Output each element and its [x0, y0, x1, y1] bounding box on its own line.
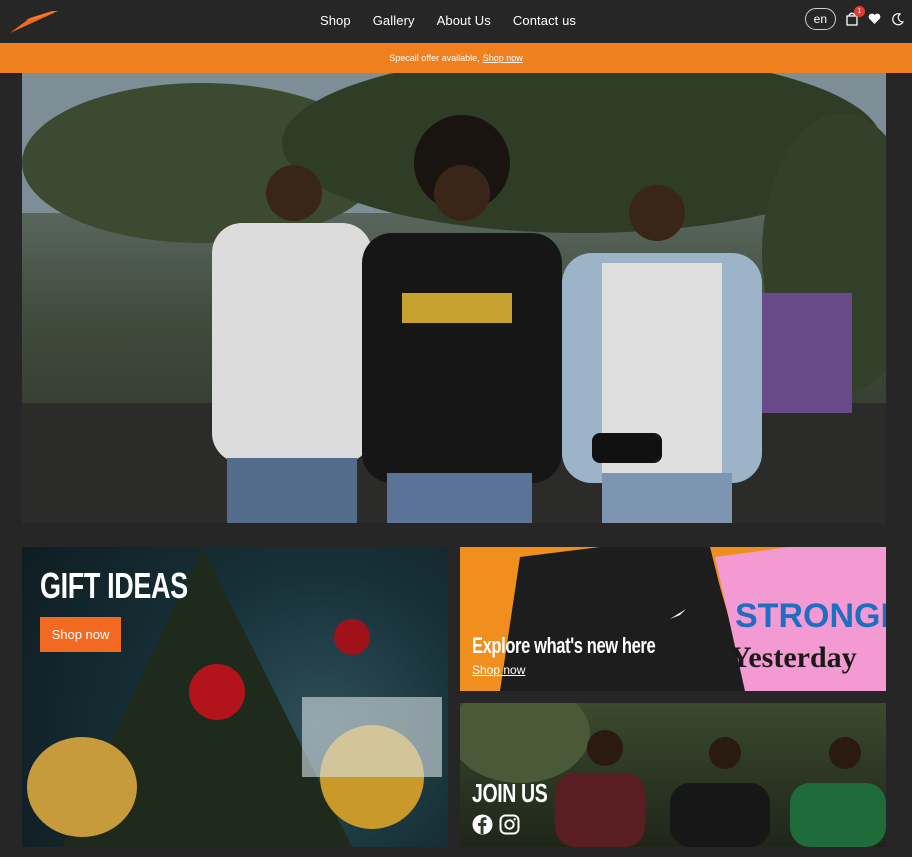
explore-new-card[interactable]: STRONGER Yesterday Explore what's new he… [460, 547, 886, 691]
nav-shop[interactable]: Shop [320, 13, 351, 28]
cart-button[interactable]: 1 [846, 6, 865, 26]
explore-shop-now-link[interactable]: Shop now [472, 663, 525, 677]
explore-title: Explore what's new here [472, 633, 656, 658]
group-photo [460, 703, 886, 847]
svg-text:STRONGER: STRONGER [735, 597, 886, 635]
gift-shop-now-button[interactable]: Shop now [40, 617, 121, 652]
main-nav: Shop Gallery About Us Contact us [0, 0, 912, 40]
svg-text:Yesterday: Yesterday [730, 641, 857, 674]
nav-about-us[interactable]: About Us [437, 13, 491, 28]
facebook-icon[interactable] [472, 814, 493, 835]
social-links [472, 814, 520, 835]
instagram-icon[interactable] [499, 814, 520, 835]
language-selector[interactable]: en [804, 8, 836, 30]
hero-photo-people [22, 73, 886, 523]
heart-icon[interactable] [868, 13, 881, 25]
header-tools: en 1 [804, 6, 904, 30]
join-us-card: JOIN US [460, 703, 886, 847]
cart-count-badge: 1 [854, 6, 865, 17]
promo-text: Specail offer available, [389, 53, 480, 63]
top-navbar: Shop Gallery About Us Contact us en 1 [0, 0, 912, 40]
gift-ideas-card[interactable]: GIFT IDEAS Shop now [22, 547, 448, 847]
nav-gallery[interactable]: Gallery [373, 13, 415, 28]
join-us-title: JOIN US [472, 778, 548, 808]
promo-banner: Specail offer available, Shop now [0, 43, 912, 73]
brand-logo[interactable] [8, 8, 60, 34]
dark-mode-moon-icon[interactable] [891, 12, 904, 26]
nav-contact-us[interactable]: Contact us [513, 13, 576, 28]
gift-ideas-title: GIFT IDEAS [40, 565, 188, 606]
hero-image [22, 73, 886, 523]
promo-shop-link[interactable]: Shop now [483, 53, 523, 63]
